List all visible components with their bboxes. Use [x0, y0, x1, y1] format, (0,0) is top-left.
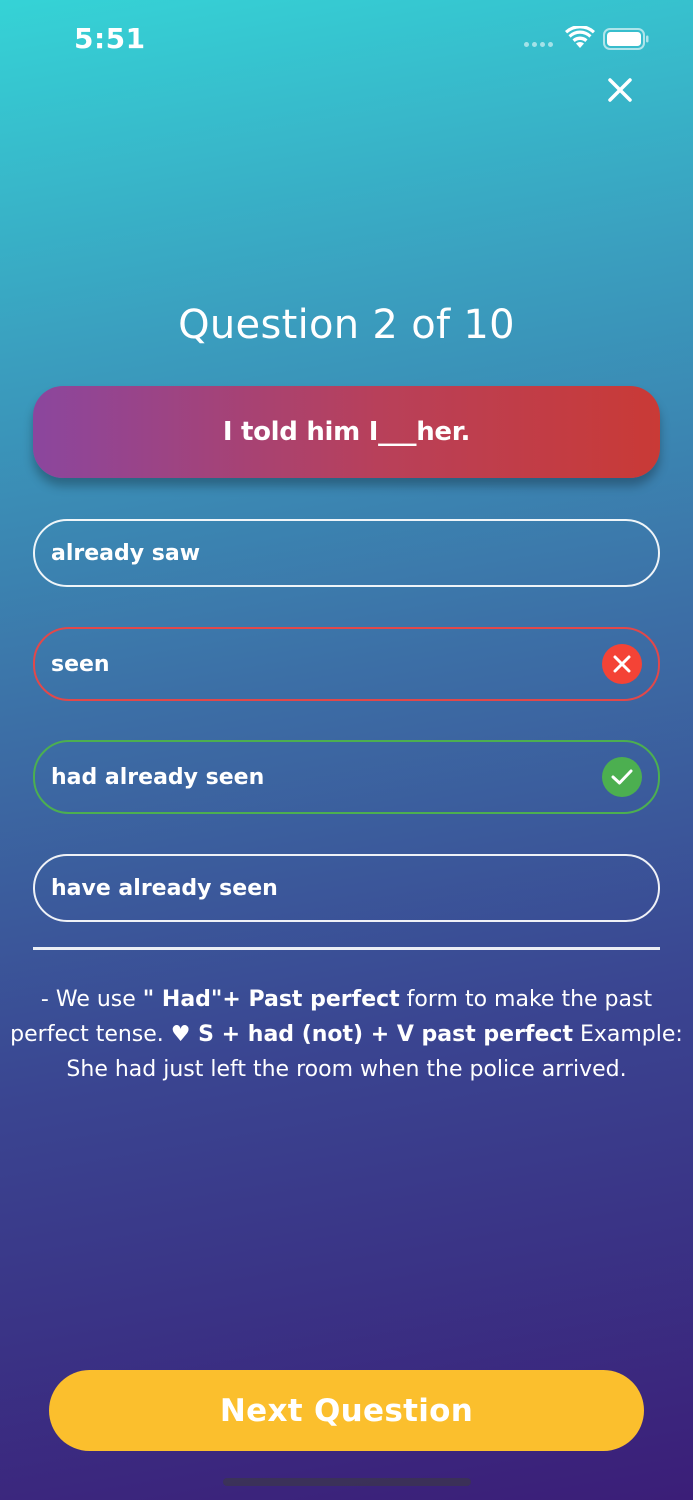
- home-indicator[interactable]: [223, 1478, 471, 1486]
- next-question-button[interactable]: Next Question: [49, 1370, 644, 1451]
- explanation-bold: " Had"+ Past perfect: [142, 987, 400, 1012]
- explanation-text: - We use " Had"+ Past perfect form to ma…: [10, 982, 683, 1087]
- wrong-icon: [602, 644, 642, 684]
- answer-option-already-saw[interactable]: already saw: [33, 519, 660, 587]
- close-button[interactable]: [602, 72, 638, 108]
- explanation-bold: ♥ S + had (not) + V past perfect: [170, 1022, 573, 1047]
- check-icon: [602, 757, 642, 797]
- answer-option-label: have already seen: [51, 875, 278, 901]
- close-icon: [608, 78, 632, 102]
- next-question-label: Next Question: [219, 1392, 474, 1429]
- question-counter: Question 2 of 10: [178, 302, 515, 348]
- answer-option-label: seen: [51, 651, 110, 677]
- question-text: I told him I___her.: [222, 417, 471, 447]
- status-time: 5:51: [74, 22, 146, 55]
- answer-option-seen[interactable]: seen: [33, 627, 660, 701]
- wifi-icon: [565, 26, 595, 48]
- answer-option-label: already saw: [51, 540, 201, 566]
- answer-option-have-already-seen[interactable]: have already seen: [33, 854, 660, 922]
- divider: [33, 947, 660, 950]
- signal-dots-icon: [524, 42, 558, 48]
- status-bar: 5:51: [0, 0, 693, 80]
- explanation-part: - We use: [40, 987, 143, 1012]
- question-card: I told him I___her.: [33, 386, 660, 478]
- answer-option-label: had already seen: [51, 764, 265, 790]
- answer-option-had-already-seen[interactable]: had already seen: [33, 740, 660, 814]
- battery-icon: [603, 28, 649, 50]
